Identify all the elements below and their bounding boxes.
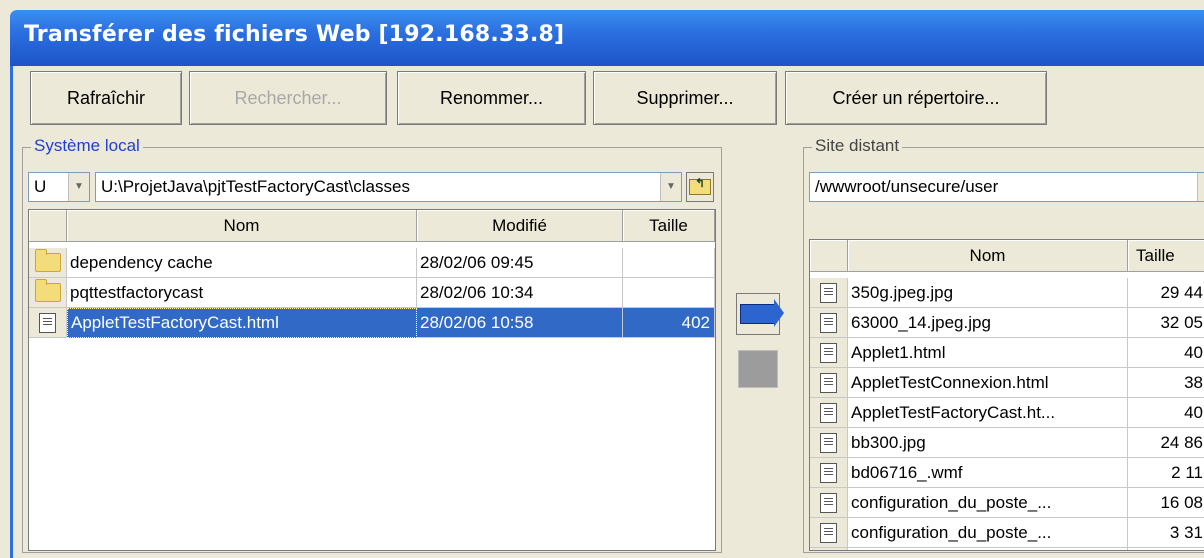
drive-value: U — [34, 177, 47, 196]
file-name: Applet1.html — [848, 338, 1128, 368]
table-row-selected[interactable]: AppletTestFactoryCast.html 28/02/06 10:5… — [29, 308, 715, 338]
header-size[interactable]: Taille — [623, 210, 715, 242]
header-name[interactable]: Nom — [848, 240, 1128, 272]
file-icon — [820, 312, 837, 333]
header-icon-column[interactable] — [29, 210, 67, 242]
file-name: configuration_du_poste_... — [848, 488, 1128, 518]
download-button[interactable] — [738, 350, 778, 388]
file-modified: 28/02/06 10:34 — [417, 278, 623, 308]
html-file-icon — [39, 312, 56, 333]
create-directory-button[interactable]: Créer un répertoire... — [785, 71, 1047, 125]
file-name: configuration_du_poste_... — [848, 518, 1128, 548]
file-icon — [820, 432, 837, 453]
local-system-legend: Système local — [31, 136, 143, 156]
file-size: 38 — [1128, 368, 1204, 398]
file-size: 16 08 — [1128, 488, 1204, 518]
header-size[interactable]: Taille — [1128, 240, 1204, 272]
table-row[interactable]: pqttestfactorycast 28/02/06 10:34 — [29, 278, 715, 308]
parent-directory-button[interactable]: ↰ — [686, 172, 714, 202]
table-row[interactable]: configuration_du_poste_...16 00 — [810, 548, 1204, 550]
rename-button[interactable]: Renommer... — [397, 71, 586, 125]
file-icon — [820, 372, 837, 393]
drive-select[interactable]: U ▼ — [28, 172, 90, 202]
file-icon — [820, 402, 837, 423]
delete-button[interactable]: Supprimer... — [593, 71, 777, 125]
chevron-down-icon[interactable]: ▼ — [68, 173, 89, 201]
file-size: 29 44 — [1128, 278, 1204, 308]
file-size: 3 31 — [1128, 518, 1204, 548]
remote-site-legend: Site distant — [812, 136, 903, 156]
file-size: 32 05 — [1128, 308, 1204, 338]
chevron-down-icon[interactable]: ▼ — [1197, 173, 1204, 201]
file-name: 350g.jpeg.jpg — [848, 278, 1128, 308]
header-modified[interactable]: Modifié — [417, 210, 623, 242]
file-icon — [820, 522, 837, 543]
table-row[interactable]: configuration_du_poste_... 3 31 — [810, 518, 1204, 548]
window-title: Transférer des fichiers Web [192.168.33.… — [24, 22, 565, 47]
header-icon-column[interactable] — [810, 240, 848, 272]
title-bar[interactable]: Transférer des fichiers Web [192.168.33.… — [10, 10, 1204, 66]
refresh-button[interactable]: Rafraîchir — [30, 71, 182, 125]
remote-path-value: /wwwroot/unsecure/user — [815, 177, 999, 196]
file-icon — [820, 342, 837, 363]
file-size: 402 — [623, 308, 715, 338]
remote-path-select[interactable]: /wwwroot/unsecure/user ▼ — [809, 172, 1204, 202]
table-row[interactable]: Applet1.html 40 — [810, 338, 1204, 368]
table-row[interactable]: 63000_14.jpeg.jpg 32 05 — [810, 308, 1204, 338]
table-row[interactable]: 350g.jpeg.jpg 29 44 — [810, 278, 1204, 308]
file-size — [623, 278, 715, 308]
file-name: AppletTestFactoryCast.html — [67, 308, 417, 338]
chevron-down-icon[interactable]: ▼ — [660, 173, 681, 201]
file-size: 16 00 — [1128, 548, 1204, 550]
table-row[interactable]: bd06716_.wmf 2 11 — [810, 458, 1204, 488]
file-size: 24 86 — [1128, 428, 1204, 458]
file-icon — [820, 282, 837, 303]
file-size — [623, 248, 715, 278]
file-name: AppletTestFactoryCast.ht... — [848, 398, 1128, 428]
local-table-header: Nom Modifié Taille — [29, 210, 715, 242]
file-name: configuration_du_poste_... — [848, 548, 1128, 550]
upload-button[interactable] — [736, 293, 784, 335]
file-modified: 28/02/06 10:58 — [417, 308, 623, 338]
table-row[interactable]: AppletTestConnexion.html 38 — [810, 368, 1204, 398]
local-path-value: U:\ProjetJava\pjtTestFactoryCast\classes — [101, 177, 410, 196]
file-size: 2 11 — [1128, 458, 1204, 488]
file-name: AppletTestConnexion.html — [848, 368, 1128, 398]
table-row[interactable]: bb300.jpg 24 86 — [810, 428, 1204, 458]
folder-icon — [34, 249, 61, 272]
local-path-select[interactable]: U:\ProjetJava\pjtTestFactoryCast\classes… — [95, 172, 682, 202]
remote-table-header: Nom Taille — [810, 240, 1204, 272]
file-modified: 28/02/06 09:45 — [417, 248, 623, 278]
local-file-table: Nom Modifié Taille dependency cache 28/0… — [28, 209, 716, 551]
file-name: dependency cache — [67, 248, 417, 278]
folder-up-icon: ↰ — [689, 176, 711, 195]
file-name: bd06716_.wmf — [848, 458, 1128, 488]
header-name[interactable]: Nom — [67, 210, 417, 242]
table-row[interactable]: dependency cache 28/02/06 09:45 — [29, 248, 715, 278]
file-icon — [820, 492, 837, 513]
folder-icon — [34, 279, 61, 302]
file-name: bb300.jpg — [848, 428, 1128, 458]
file-size: 40 — [1128, 338, 1204, 368]
file-name: 63000_14.jpeg.jpg — [848, 308, 1128, 338]
arrow-right-icon — [740, 299, 784, 327]
remote-file-table: Nom Taille 350g.jpeg.jpg 29 44 63000_14.jp… — [809, 239, 1204, 551]
file-name: pqttestfactorycast — [67, 278, 417, 308]
table-row[interactable]: AppletTestFactoryCast.ht... 40 — [810, 398, 1204, 428]
search-button[interactable]: Rechercher... — [189, 71, 387, 125]
table-row[interactable]: configuration_du_poste_... 16 08 — [810, 488, 1204, 518]
file-size: 40 — [1128, 398, 1204, 428]
file-icon — [820, 462, 837, 483]
